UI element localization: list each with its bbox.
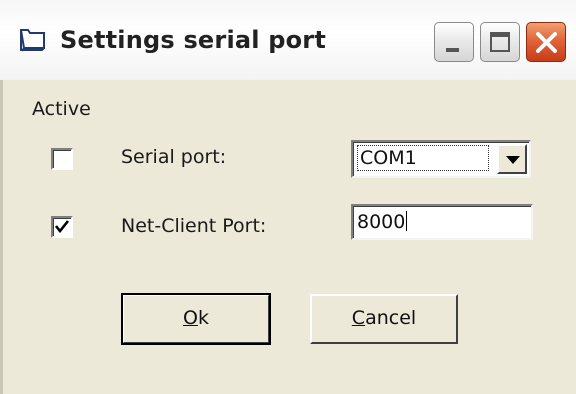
serial-port-value: COM1 — [357, 145, 489, 171]
serial-check-icon — [54, 151, 70, 167]
cancel-accelerator: C — [351, 307, 366, 329]
cancel-button[interactable]: Cancel — [310, 294, 458, 344]
netclient-port-input[interactable]: 8000 — [351, 204, 533, 240]
ok-button[interactable]: Ok — [121, 293, 271, 345]
window-title: Settings serial port — [60, 26, 327, 54]
folder-window-icon — [18, 26, 48, 54]
minimize-icon — [446, 48, 459, 52]
serial-active-checkbox[interactable] — [51, 148, 73, 170]
cancel-label-rest: ancel — [365, 307, 417, 329]
ok-accelerator: O — [183, 307, 198, 329]
minimize-button[interactable] — [434, 22, 474, 62]
close-button[interactable] — [526, 22, 566, 62]
text-caret — [406, 211, 408, 231]
netclient-port-value: 8000 — [357, 211, 406, 233]
window-border — [0, 80, 3, 394]
maximize-icon — [490, 32, 510, 52]
active-label: Active — [32, 98, 91, 120]
chevron-down-icon — [506, 156, 520, 164]
close-icon — [536, 32, 557, 53]
settings-dialog: Settings serial port Active Serial port:… — [0, 0, 576, 394]
serial-port-select[interactable]: COM1 — [351, 140, 531, 178]
maximize-button[interactable] — [480, 22, 520, 62]
checkmark-icon — [54, 220, 70, 234]
netclient-check-icon — [54, 220, 70, 234]
netclient-port-label: Net-Client Port: — [121, 215, 267, 237]
title-bar[interactable]: Settings serial port — [0, 0, 576, 81]
ok-label-rest: k — [197, 307, 209, 329]
serial-port-label: Serial port: — [121, 146, 227, 168]
netclient-active-checkbox[interactable] — [51, 216, 73, 238]
dropdown-button[interactable] — [497, 144, 527, 174]
